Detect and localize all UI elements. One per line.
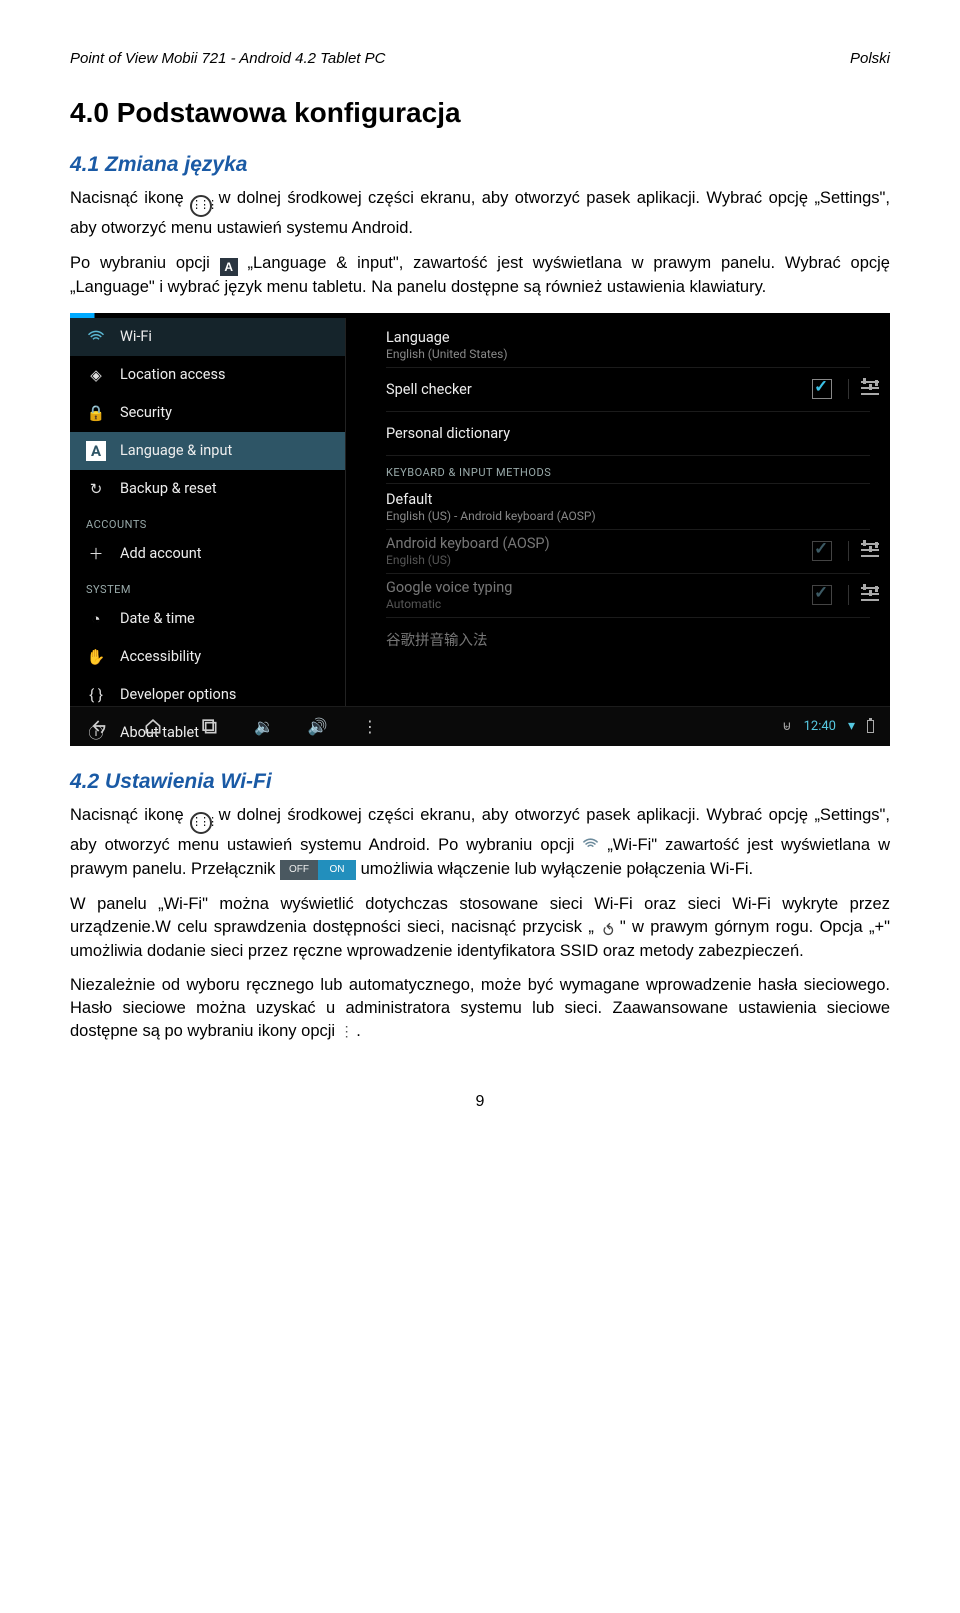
row-subtitle: English (US) - Android keyboard (AOSP) — [386, 509, 596, 523]
toggle-off-label: OFF — [280, 860, 318, 880]
language-icon: A — [86, 441, 106, 461]
sliders-icon[interactable] — [848, 379, 870, 399]
nav-home-icon[interactable] — [142, 715, 164, 737]
nav-back-icon[interactable] — [86, 715, 108, 737]
text: Nacisnąć ikonę — [70, 189, 190, 207]
options-menu-icon: ⋮ — [340, 1022, 352, 1041]
row-default-keyboard[interactable]: Default English (US) - Android keyboard … — [386, 486, 870, 530]
sidebar-label: Security — [120, 404, 172, 421]
row-title: Personal dictionary — [386, 425, 510, 442]
sidebar-label: Wi-Fi — [120, 328, 152, 345]
row-subtitle: Automatic — [386, 597, 512, 611]
row-google-voice[interactable]: Google voice typing Automatic — [386, 574, 870, 618]
sidebar-item-security[interactable]: 🔒 Security — [70, 394, 345, 432]
checkbox-icon — [812, 585, 832, 605]
para-41-1: Nacisnąć ikonę w dolnej środkowej części… — [70, 187, 890, 240]
toggle-on-label: ON — [318, 860, 356, 880]
language-input-icon: A — [220, 258, 238, 276]
wifi-icon — [582, 835, 599, 858]
checkbox-icon — [812, 541, 832, 561]
location-icon: ◈ — [86, 365, 106, 385]
toggle-switch-icon: OFF ON — [280, 860, 356, 880]
para-42-2: W panelu „Wi-Fi" można wyświetlić dotych… — [70, 893, 890, 963]
content-header-keyboard: KEYBOARD & INPUT METHODS — [386, 456, 870, 484]
row-language[interactable]: Language English (United States) — [386, 324, 870, 368]
lock-icon: 🔒 — [86, 403, 106, 423]
sidebar-item-language[interactable]: A Language & input — [70, 432, 345, 470]
settings-sidebar: Wi-Fi ◈ Location access 🔒 Security A Lan… — [70, 318, 346, 706]
wifi-icon — [86, 327, 106, 347]
sidebar-label: Add account — [120, 545, 202, 562]
page-number: 9 — [70, 1093, 890, 1111]
row-title: Android keyboard (AOSP) — [386, 535, 550, 552]
doc-title-left: Point of View Mobii 721 - Android 4.2 Ta… — [70, 50, 385, 67]
row-subtitle: English (United States) — [386, 347, 508, 361]
heading-41: 4.1 Zmiana języka — [70, 153, 890, 177]
status-battery-icon — [867, 720, 874, 733]
backup-icon: ↻ — [86, 479, 106, 499]
braces-icon: { } — [86, 685, 106, 705]
sidebar-header-system: SYSTEM — [70, 573, 345, 600]
sidebar-label: Developer options — [120, 686, 236, 703]
sidebar-label: Date & time — [120, 610, 195, 627]
row-android-keyboard[interactable]: Android keyboard (AOSP) English (US) — [386, 530, 870, 574]
sidebar-item-datetime[interactable]: ◔ Date & time — [70, 600, 345, 638]
row-pinyin[interactable]: 谷歌拼音输入法 — [386, 618, 870, 662]
row-title: Default — [386, 491, 596, 508]
row-title: 谷歌拼音输入法 — [386, 629, 488, 650]
settings-content: Language English (United States) Spell c… — [346, 318, 890, 706]
sidebar-item-developer[interactable]: { } Developer options — [70, 676, 345, 714]
sliders-icon[interactable] — [848, 541, 870, 561]
volume-down-icon[interactable]: 🔉 — [254, 717, 274, 736]
doc-title-right: Polski — [850, 50, 890, 67]
sidebar-item-addaccount[interactable]: ＋ Add account — [70, 535, 345, 573]
sidebar-item-wifi[interactable]: Wi-Fi — [70, 318, 345, 356]
heading-1: 4.0 Podstawowa konfiguracja — [70, 97, 890, 129]
sidebar-item-backup[interactable]: ↻ Backup & reset — [70, 470, 345, 508]
status-time: 12:40 — [804, 719, 836, 734]
apps-grid-icon — [190, 812, 212, 834]
clock-icon: ◔ — [86, 609, 106, 629]
row-title: Language — [386, 329, 508, 346]
para-41-2: Po wybraniu opcji A „Language & input", … — [70, 252, 890, 299]
usb-icon: ⊌ — [782, 719, 792, 734]
apps-grid-icon — [190, 195, 212, 217]
android-settings-screenshot: Wi-Fi ◈ Location access 🔒 Security A Lan… — [70, 313, 890, 746]
row-title: Spell checker — [386, 381, 472, 398]
sidebar-label: Backup & reset — [120, 480, 217, 497]
sidebar-item-accessibility[interactable]: ✋ Accessibility — [70, 638, 345, 676]
status-wifi-icon: ▾ — [848, 718, 855, 734]
text: umożliwia włączenie lub wyłączenie połąc… — [361, 860, 754, 878]
volume-up-icon[interactable]: 🔊 — [308, 717, 328, 736]
text: Niezależnie od wyboru ręcznego lub autom… — [70, 976, 890, 1040]
nav-recent-icon[interactable] — [198, 715, 220, 737]
row-personal-dictionary[interactable]: Personal dictionary — [386, 412, 870, 456]
row-title: Google voice typing — [386, 579, 512, 596]
plus-icon: ＋ — [86, 544, 106, 564]
row-subtitle: English (US) — [386, 553, 550, 567]
sliders-icon[interactable] — [848, 585, 870, 605]
sidebar-label: Location access — [120, 366, 225, 383]
text: . — [356, 1022, 361, 1040]
refresh-icon: ⟳ — [596, 922, 618, 935]
sidebar-item-location[interactable]: ◈ Location access — [70, 356, 345, 394]
sidebar-label: Language & input — [120, 442, 232, 459]
text: Po wybraniu opcji — [70, 254, 220, 272]
checkbox-icon[interactable] — [812, 379, 832, 399]
para-42-3: Niezależnie od wyboru ręcznego lub autom… — [70, 974, 890, 1042]
hand-icon: ✋ — [86, 647, 106, 667]
text: Nacisnąć ikonę — [70, 806, 190, 824]
sidebar-header-accounts: ACCOUNTS — [70, 508, 345, 535]
row-spellchecker[interactable]: Spell checker — [386, 368, 870, 412]
heading-42: 4.2 Ustawienia Wi-Fi — [70, 770, 890, 794]
sidebar-label: Accessibility — [120, 648, 201, 665]
para-42-1: Nacisnąć ikonę w dolnej środkowej części… — [70, 804, 890, 881]
more-icon[interactable]: ⋮ — [362, 717, 377, 736]
